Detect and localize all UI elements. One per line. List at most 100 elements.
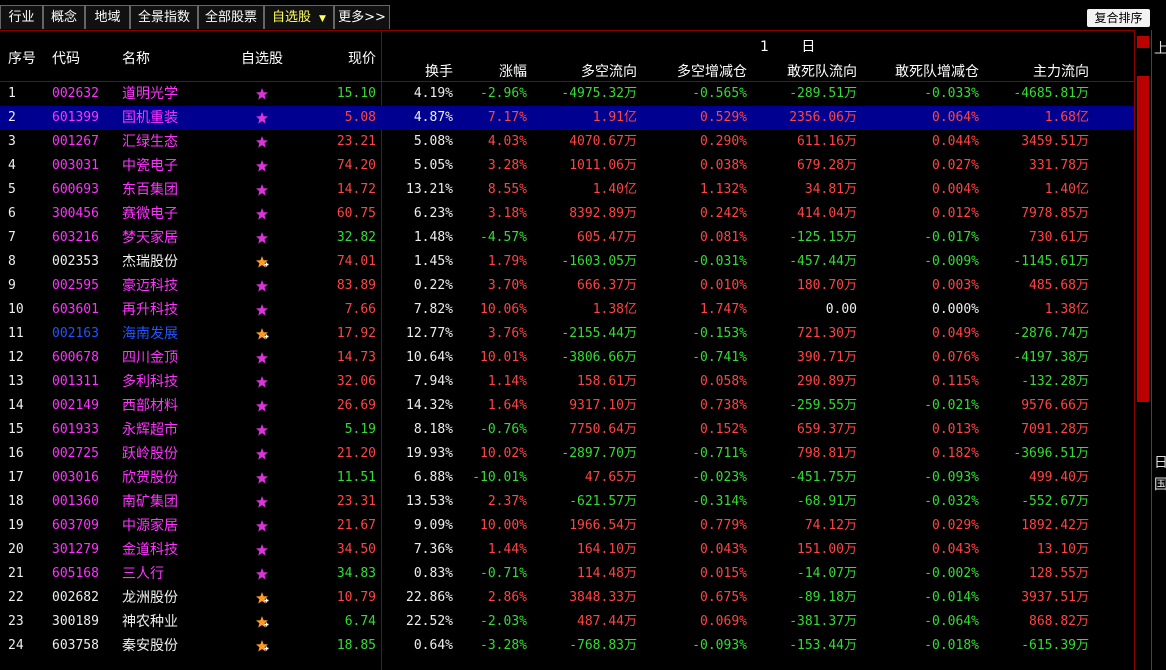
cell-code: 002149 [52, 398, 99, 413]
cell-flow: -2155.44万 [561, 326, 637, 341]
cell-name: 汇绿生态 [122, 134, 178, 150]
star-icon[interactable] [255, 351, 269, 365]
star-icon[interactable] [255, 375, 269, 389]
cell-dare-delta: 0.043% [932, 542, 979, 557]
star-icon[interactable] [255, 423, 269, 437]
cell-price: 74.20 [336, 158, 376, 173]
table-row[interactable]: 22 002682 龙洲股份 10.79 22.86% 2.86% 3848.33万 0.67… [0, 586, 1134, 610]
star-icon[interactable] [255, 399, 269, 413]
table-row[interactable]: 10 603601 再升科技 7.66 7.82% 10.06% 1.38亿 1.747% 0.… [0, 298, 1134, 322]
tab-more[interactable]: 更多>> [334, 5, 390, 29]
star-plus-icon[interactable] [255, 591, 269, 605]
scroll-up-icon[interactable] [1137, 36, 1149, 48]
star-plus-icon[interactable] [255, 327, 269, 341]
table-row[interactable]: 8 002353 杰瑞股份 74.01 1.45% 1.79% -1603.05万 -0.03… [0, 250, 1134, 274]
cell-name: 三人行 [122, 566, 164, 582]
table-row[interactable]: 21 605168 三人行 34.83 0.83% -0.71% 114.48万 0.015%… [0, 562, 1134, 586]
tab-region[interactable]: 地域 [85, 5, 130, 29]
table-row[interactable]: 15 601933 永辉超市 5.19 8.18% -0.76% 7750.64万 0.152… [0, 418, 1134, 442]
star-icon[interactable] [255, 543, 269, 557]
table-row[interactable]: 3 001267 汇绿生态 23.21 5.08% 4.03% 4070.67万 0.290%… [0, 130, 1134, 154]
cell-dare-delta: -0.017% [924, 230, 979, 245]
cell-price: 83.89 [336, 278, 376, 293]
cell-name: 南矿集团 [122, 494, 178, 510]
star-icon[interactable] [255, 519, 269, 533]
table-row[interactable]: 5 600693 东百集团 14.72 13.21% 8.55% 1.40亿 1.132% 34… [0, 178, 1134, 202]
tab-watchlist[interactable]: 自选股 ▼ [264, 5, 334, 29]
star-icon[interactable] [255, 207, 269, 221]
cell-dare: -451.75万 [789, 470, 857, 485]
table-row[interactable]: 14 002149 西部材料 26.69 14.32% 1.64% 9317.10万 0.73… [0, 394, 1134, 418]
table-row[interactable]: 18 001360 南矿集团 23.31 13.53% 2.37% -621.57万 -0.3… [0, 490, 1134, 514]
cell-flow: 3848.33万 [569, 590, 637, 605]
category-tab-bar: 行业 概念 地域 全景指数 全部股票 自选股 ▼ 更多>> 复合排序 [0, 0, 1166, 30]
cell-flow: 9317.10万 [569, 398, 637, 413]
tab-industry[interactable]: 行业 [0, 5, 43, 29]
star-plus-icon[interactable] [255, 639, 269, 653]
tab-all-stocks[interactable]: 全部股票 [198, 5, 264, 29]
cell-turnover: 22.86% [406, 590, 453, 605]
star-icon[interactable] [255, 135, 269, 149]
table-row[interactable]: 6 300456 赛微电子 60.75 6.23% 3.18% 8392.89万 0.242%… [0, 202, 1134, 226]
cell-change: -3.28% [480, 638, 527, 653]
star-icon[interactable] [255, 567, 269, 581]
star-icon[interactable] [255, 111, 269, 125]
composite-sort-button[interactable]: 复合排序 [1087, 9, 1150, 27]
col-header-flow[interactable]: 多空流向 [529, 61, 637, 81]
cell-flow-delta: 1.132% [700, 182, 747, 197]
table-row[interactable]: 1 002632 道明光学 15.10 4.19% -2.96% -4975.32万 -0.5… [0, 82, 1134, 106]
star-icon[interactable] [255, 495, 269, 509]
col-header-code[interactable]: 代码 [52, 48, 80, 68]
tab-concept[interactable]: 概念 [43, 5, 85, 29]
vertical-scrollbar[interactable] [1134, 30, 1151, 670]
cell-flow: 666.37万 [577, 278, 637, 293]
tab-index[interactable]: 全景指数 [130, 5, 198, 29]
star-icon[interactable] [255, 183, 269, 197]
table-row[interactable]: 24 603758 秦安股份 18.85 0.64% -3.28% -768.83万 -0.0… [0, 634, 1134, 658]
star-plus-icon[interactable] [255, 255, 269, 269]
cell-seq: 15 [8, 422, 24, 437]
table-row[interactable]: 16 002725 跃岭股份 21.20 19.93% 10.02% -2897.70万 -0… [0, 442, 1134, 466]
star-icon[interactable] [255, 87, 269, 101]
col-header-main-flow[interactable]: 主力流向 [981, 61, 1089, 81]
table-row[interactable]: 20 301279 金道科技 34.50 7.36% 1.44% 164.10万 0.043%… [0, 538, 1134, 562]
cell-dare-delta: 0.029% [932, 518, 979, 533]
cell-main: 3459.51万 [1021, 134, 1089, 149]
cell-flow: 47.65万 [584, 470, 637, 485]
table-row[interactable]: 4 003031 中瓷电子 74.20 5.05% 3.28% 1011.06万 0.038%… [0, 154, 1134, 178]
star-icon[interactable] [255, 159, 269, 173]
col-header-turnover[interactable]: 换手 [383, 61, 453, 81]
cell-turnover: 14.32% [406, 398, 453, 413]
cell-code: 603601 [52, 302, 99, 317]
table-row[interactable]: 12 600678 四川金顶 14.73 10.64% 10.01% -3806.66万 -0… [0, 346, 1134, 370]
table-row[interactable]: 11 002163 海南发展 17.92 12.77% 3.76% -2155.44万 -0.… [0, 322, 1134, 346]
col-header-change[interactable]: 涨幅 [455, 61, 527, 81]
star-icon[interactable] [255, 279, 269, 293]
star-icon[interactable] [255, 471, 269, 485]
cell-main: -3696.51万 [1013, 446, 1089, 461]
col-header-dare-delta[interactable]: 敢死队增减仓 [859, 61, 979, 81]
star-icon[interactable] [255, 447, 269, 461]
star-icon[interactable] [255, 231, 269, 245]
col-header-name[interactable]: 名称 [122, 48, 150, 68]
cell-dare: -68.91万 [797, 494, 857, 509]
col-header-flow-delta[interactable]: 多空增减仓 [639, 61, 747, 81]
star-plus-icon[interactable] [255, 615, 269, 629]
table-row[interactable]: 7 603216 梦天家居 32.82 1.48% -4.57% 605.47万 0.081%… [0, 226, 1134, 250]
table-row[interactable]: 19 603709 中源家居 21.67 9.09% 10.00% 1966.54万 0.77… [0, 514, 1134, 538]
cell-flow-delta: -0.023% [692, 470, 747, 485]
table-row[interactable]: 2 601399 国机重装 5.08 4.87% 7.17% 1.91亿 0.529% 2356… [0, 106, 1134, 130]
col-header-price[interactable]: 现价 [300, 48, 376, 68]
cell-seq: 14 [8, 398, 24, 413]
table-row[interactable]: 9 002595 豪迈科技 83.89 0.22% 3.70% 666.37万 0.010% 1… [0, 274, 1134, 298]
col-header-watchlist[interactable]: 自选股 [241, 48, 283, 68]
table-row[interactable]: 23 300189 神农种业 6.74 22.52% -2.03% 487.44万 0.069… [0, 610, 1134, 634]
cell-dare-delta: 0.004% [932, 182, 979, 197]
scrollbar-thumb[interactable] [1137, 76, 1149, 402]
table-row[interactable]: 13 001311 多利科技 32.06 7.94% 1.14% 158.61万 0.058%… [0, 370, 1134, 394]
star-icon[interactable] [255, 303, 269, 317]
cell-name: 西部材料 [122, 398, 178, 414]
table-row[interactable]: 17 003016 欣贺股份 11.51 6.88% -10.01% 47.65万 -0.02… [0, 466, 1134, 490]
col-header-dare-flow[interactable]: 敢死队流向 [749, 61, 857, 81]
col-header-seq[interactable]: 序号 [8, 48, 36, 68]
